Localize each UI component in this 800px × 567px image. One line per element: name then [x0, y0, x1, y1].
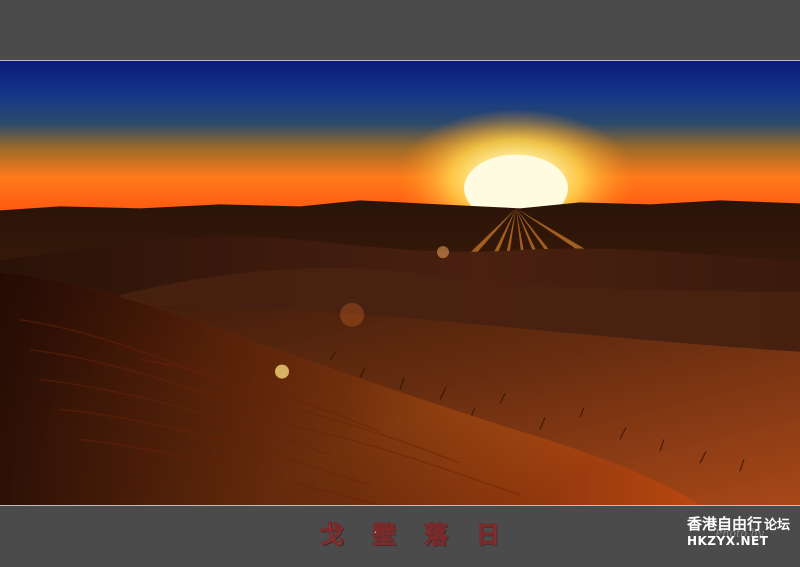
desert-sunset-illustration [0, 61, 800, 505]
photo-caption: 戈 壁 落 日 [320, 516, 502, 549]
caption-char-2: 壁 [372, 519, 398, 549]
caption-char-1: 戈 [320, 519, 346, 549]
site-watermark: 香港自由行 论坛 HKZYX.NET Photo by [687, 516, 790, 548]
caption-char-4: 日 [476, 519, 502, 549]
desert-sunset-photo [0, 60, 800, 506]
watermark-forum-text: 论坛 [763, 518, 790, 533]
watermark-faint-text: Photo by [714, 527, 764, 540]
caption-char-3: 落 [424, 519, 450, 549]
picture-frame: 戈 壁 落 日 香港自由行 论坛 HKZYX.NET Photo by [0, 0, 800, 567]
